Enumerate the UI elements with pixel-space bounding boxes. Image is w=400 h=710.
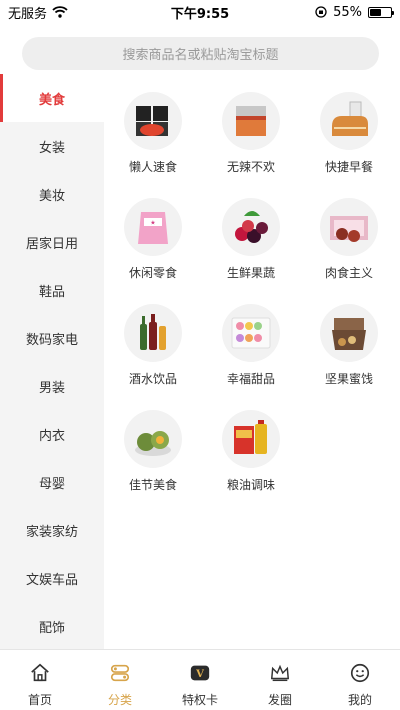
- sidebar-item[interactable]: 内衣: [0, 410, 104, 458]
- category-icon: [109, 662, 131, 687]
- bottom-tab-bar: 首页 分类 V 特权卡 发圈 我的: [0, 649, 400, 710]
- wifi-icon: [52, 6, 68, 18]
- tab-vip-card[interactable]: V 特权卡: [160, 650, 240, 710]
- crown-icon: [269, 662, 291, 687]
- spicy-snack-icon: [222, 92, 280, 150]
- subcategory-item[interactable]: 幸福甜品: [202, 304, 300, 410]
- mooncake-icon: [124, 410, 182, 468]
- subcategory-label: 生鲜果蔬: [226, 266, 275, 280]
- sidebar-item-label: 数码家电: [25, 332, 78, 348]
- snack-bag-icon: ★: [124, 198, 182, 256]
- subcategory-item[interactable]: 粮油调味: [202, 410, 300, 516]
- battery-percent: 55%: [333, 4, 362, 20]
- tab-label: 发圈: [267, 693, 292, 707]
- tab-category[interactable]: 分类: [80, 650, 160, 710]
- bread-milk-icon: [320, 92, 378, 150]
- subcategory-label: 休闲零食: [128, 266, 177, 280]
- sidebar-item[interactable]: 家装家纺: [0, 506, 104, 554]
- subcategory-label: 肉食主义: [324, 266, 373, 280]
- berries-icon: [222, 198, 280, 256]
- subcategory-item[interactable]: 无辣不欢: [202, 92, 300, 198]
- search-input[interactable]: 搜索商品名或粘贴淘宝标题: [22, 37, 379, 70]
- tab-label: 特权卡: [181, 693, 218, 707]
- subcategory-item[interactable]: 生鲜果蔬: [202, 198, 300, 304]
- sidebar-item[interactable]: 数码家电: [0, 314, 104, 362]
- subcategory-item[interactable]: 坚果蜜饯: [300, 304, 398, 410]
- tab-label: 分类: [107, 693, 132, 707]
- subcategory-item[interactable]: 酒水饮品: [104, 304, 202, 410]
- meat-box-icon: [320, 198, 378, 256]
- subcategory-label: 快捷早餐: [324, 160, 373, 174]
- sidebar-item-label: 居家日用: [25, 236, 78, 252]
- tab-crown[interactable]: 发圈: [240, 650, 320, 710]
- sidebar-item[interactable]: 配饰: [0, 602, 104, 649]
- bottles-icon: [124, 304, 182, 362]
- subcategory-item[interactable]: 佳节美食: [104, 410, 202, 516]
- sidebar-item-label: 内衣: [38, 428, 65, 444]
- subcategory-item[interactable]: 肉食主义: [300, 198, 398, 304]
- subcategory-label: 无辣不欢: [226, 160, 275, 174]
- subcategory-item[interactable]: ★ 休闲零食: [104, 198, 202, 304]
- nut-box-icon: [320, 304, 378, 362]
- sidebar-item-label: 家装家纺: [25, 524, 78, 540]
- subcategory-label: 佳节美食: [128, 478, 177, 492]
- sidebar-item[interactable]: 男装: [0, 362, 104, 410]
- orientation-lock-icon: [315, 6, 327, 18]
- svg-text:V: V: [195, 669, 204, 680]
- oil-rice-icon: [222, 410, 280, 468]
- vip-card-icon: V: [189, 662, 211, 687]
- subcategory-item[interactable]: 快捷早餐: [300, 92, 398, 198]
- sidebar-item-label: 母婴: [38, 476, 65, 492]
- tab-label: 首页: [27, 693, 52, 707]
- sidebar-item-label: 美妆: [38, 188, 65, 204]
- subcategory-label: 懒人速食: [128, 160, 177, 174]
- sidebar-item[interactable]: 鞋品: [0, 266, 104, 314]
- search-placeholder: 搜索商品名或粘贴淘宝标题: [122, 48, 279, 63]
- tab-home[interactable]: 首页: [0, 650, 80, 710]
- battery-icon: [368, 6, 394, 18]
- smile-icon: [349, 662, 371, 687]
- sidebar-item[interactable]: 美食: [0, 74, 104, 122]
- instant-noodle-icon: [124, 92, 182, 150]
- subcategory-label: 幸福甜品: [226, 372, 275, 386]
- sidebar-item-label: 女装: [38, 140, 65, 156]
- carrier-text: 无服务: [8, 6, 48, 22]
- sidebar-item-label: 鞋品: [38, 284, 65, 300]
- home-icon: [29, 662, 51, 687]
- sidebar-item[interactable]: 文娱车品: [0, 554, 104, 602]
- status-bar: 无服务 下午9:55 55%: [0, 0, 400, 24]
- sidebar-item[interactable]: 母婴: [0, 458, 104, 506]
- tab-smile[interactable]: 我的: [320, 650, 400, 710]
- sidebar-item-label: 配饰: [38, 620, 65, 636]
- svg-text:★: ★: [150, 220, 155, 227]
- subcategory-label: 坚果蜜饯: [324, 372, 373, 386]
- subcategory-item[interactable]: 懒人速食: [104, 92, 202, 198]
- sidebar-item[interactable]: 女装: [0, 122, 104, 170]
- subcategory-label: 酒水饮品: [128, 372, 177, 386]
- sidebar-item[interactable]: 居家日用: [0, 218, 104, 266]
- sidebar-item-label: 美食: [38, 92, 65, 108]
- sidebar-item-label: 文娱车品: [25, 572, 78, 588]
- macaron-icon: [222, 304, 280, 362]
- tab-label: 我的: [347, 693, 372, 707]
- sidebar-item[interactable]: 美妆: [0, 170, 104, 218]
- subcategory-label: 粮油调味: [226, 478, 275, 492]
- sidebar-item-label: 男装: [38, 380, 65, 396]
- category-sidebar: 美食女装美妆居家日用鞋品数码家电男装内衣母婴家装家纺文娱车品配饰: [0, 74, 104, 649]
- subcategory-grid: 懒人速食 无辣不欢 快捷早餐 ★ 休闲零食 生鲜果蔬 肉食主义酒水饮品 幸福甜品 坚果蜜饯佳节美…: [104, 92, 400, 516]
